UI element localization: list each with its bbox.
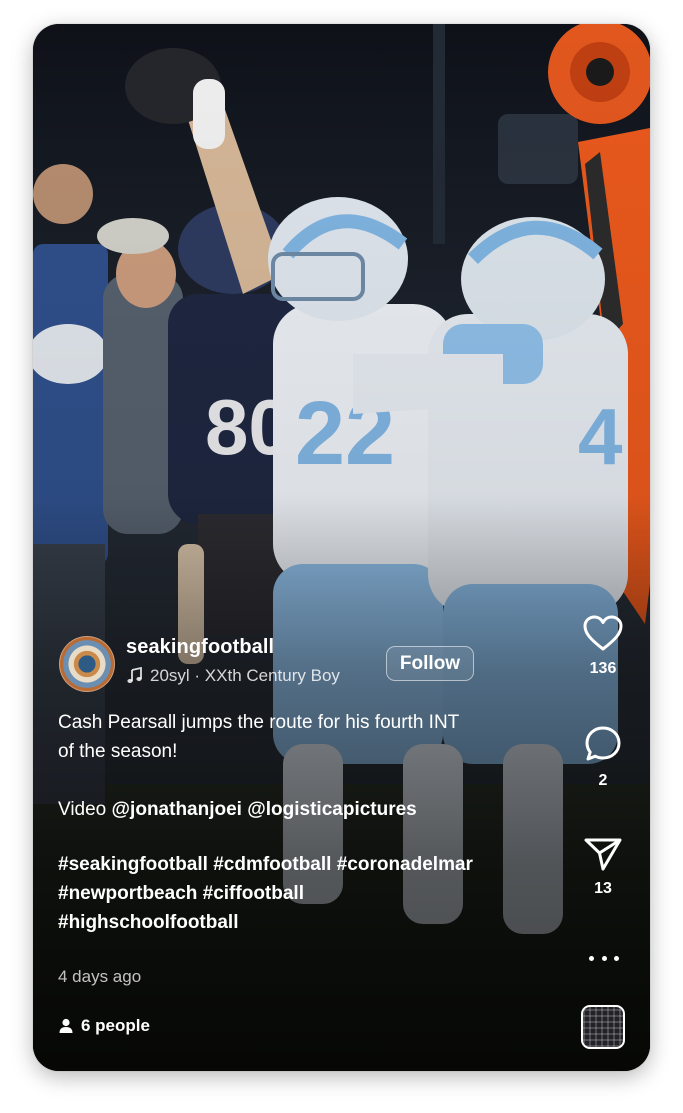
caption-credits: Video @jonathanjoei @logisticapictures (58, 795, 558, 824)
share-button[interactable]: 13 (573, 836, 633, 898)
page: 80 22 4 (0, 0, 683, 1113)
hashtag-line[interactable]: #seakingfootball #cdmfootball #coronadel… (58, 850, 558, 879)
heart-icon (583, 615, 623, 651)
more-options-button[interactable] (589, 950, 619, 966)
audio-thumbnail[interactable] (581, 1005, 625, 1049)
person-icon (59, 1018, 73, 1033)
comment-button[interactable]: 2 (573, 724, 633, 790)
mention-link[interactable]: @logisticapictures (247, 799, 417, 820)
comment-count: 2 (598, 772, 608, 789)
audio-track-label: 20syl · XXth Century Boy (150, 666, 340, 685)
share-count: 13 (594, 880, 612, 897)
more-dots-icon (614, 955, 619, 961)
more-dots-icon (601, 955, 607, 961)
tagged-people-count: 6 people (81, 1016, 150, 1035)
music-note-icon (127, 667, 142, 683)
like-count: 136 (589, 660, 617, 677)
like-button[interactable]: 136 (573, 614, 633, 678)
paper-plane-icon (584, 838, 622, 871)
timestamp: 4 days ago (58, 967, 142, 986)
caption-line: Cash Pearsall jumps the route for his fo… (58, 712, 460, 733)
comment-bubble-icon (585, 726, 621, 761)
caption: Cash Pearsall jumps the route for his fo… (58, 708, 558, 937)
username[interactable]: seakingfootball (126, 636, 274, 659)
caption-credits-prefix: Video (58, 799, 112, 820)
mention-link[interactable]: @jonathanjoei (112, 799, 242, 820)
caption-line: of the season! (58, 741, 178, 762)
tagged-people[interactable]: 6 people (58, 1016, 150, 1036)
audio-track[interactable]: 20syl · XXth Century Boy (126, 666, 340, 686)
follow-button[interactable]: Follow (386, 646, 474, 681)
reel-video-card[interactable]: 80 22 4 (33, 24, 650, 1071)
hashtag-line[interactable]: #highschoolfootball (58, 908, 558, 937)
avatar[interactable] (59, 636, 115, 692)
hashtag-line[interactable]: #newportbeach #ciffootball (58, 879, 558, 908)
more-dots-icon (589, 955, 594, 961)
